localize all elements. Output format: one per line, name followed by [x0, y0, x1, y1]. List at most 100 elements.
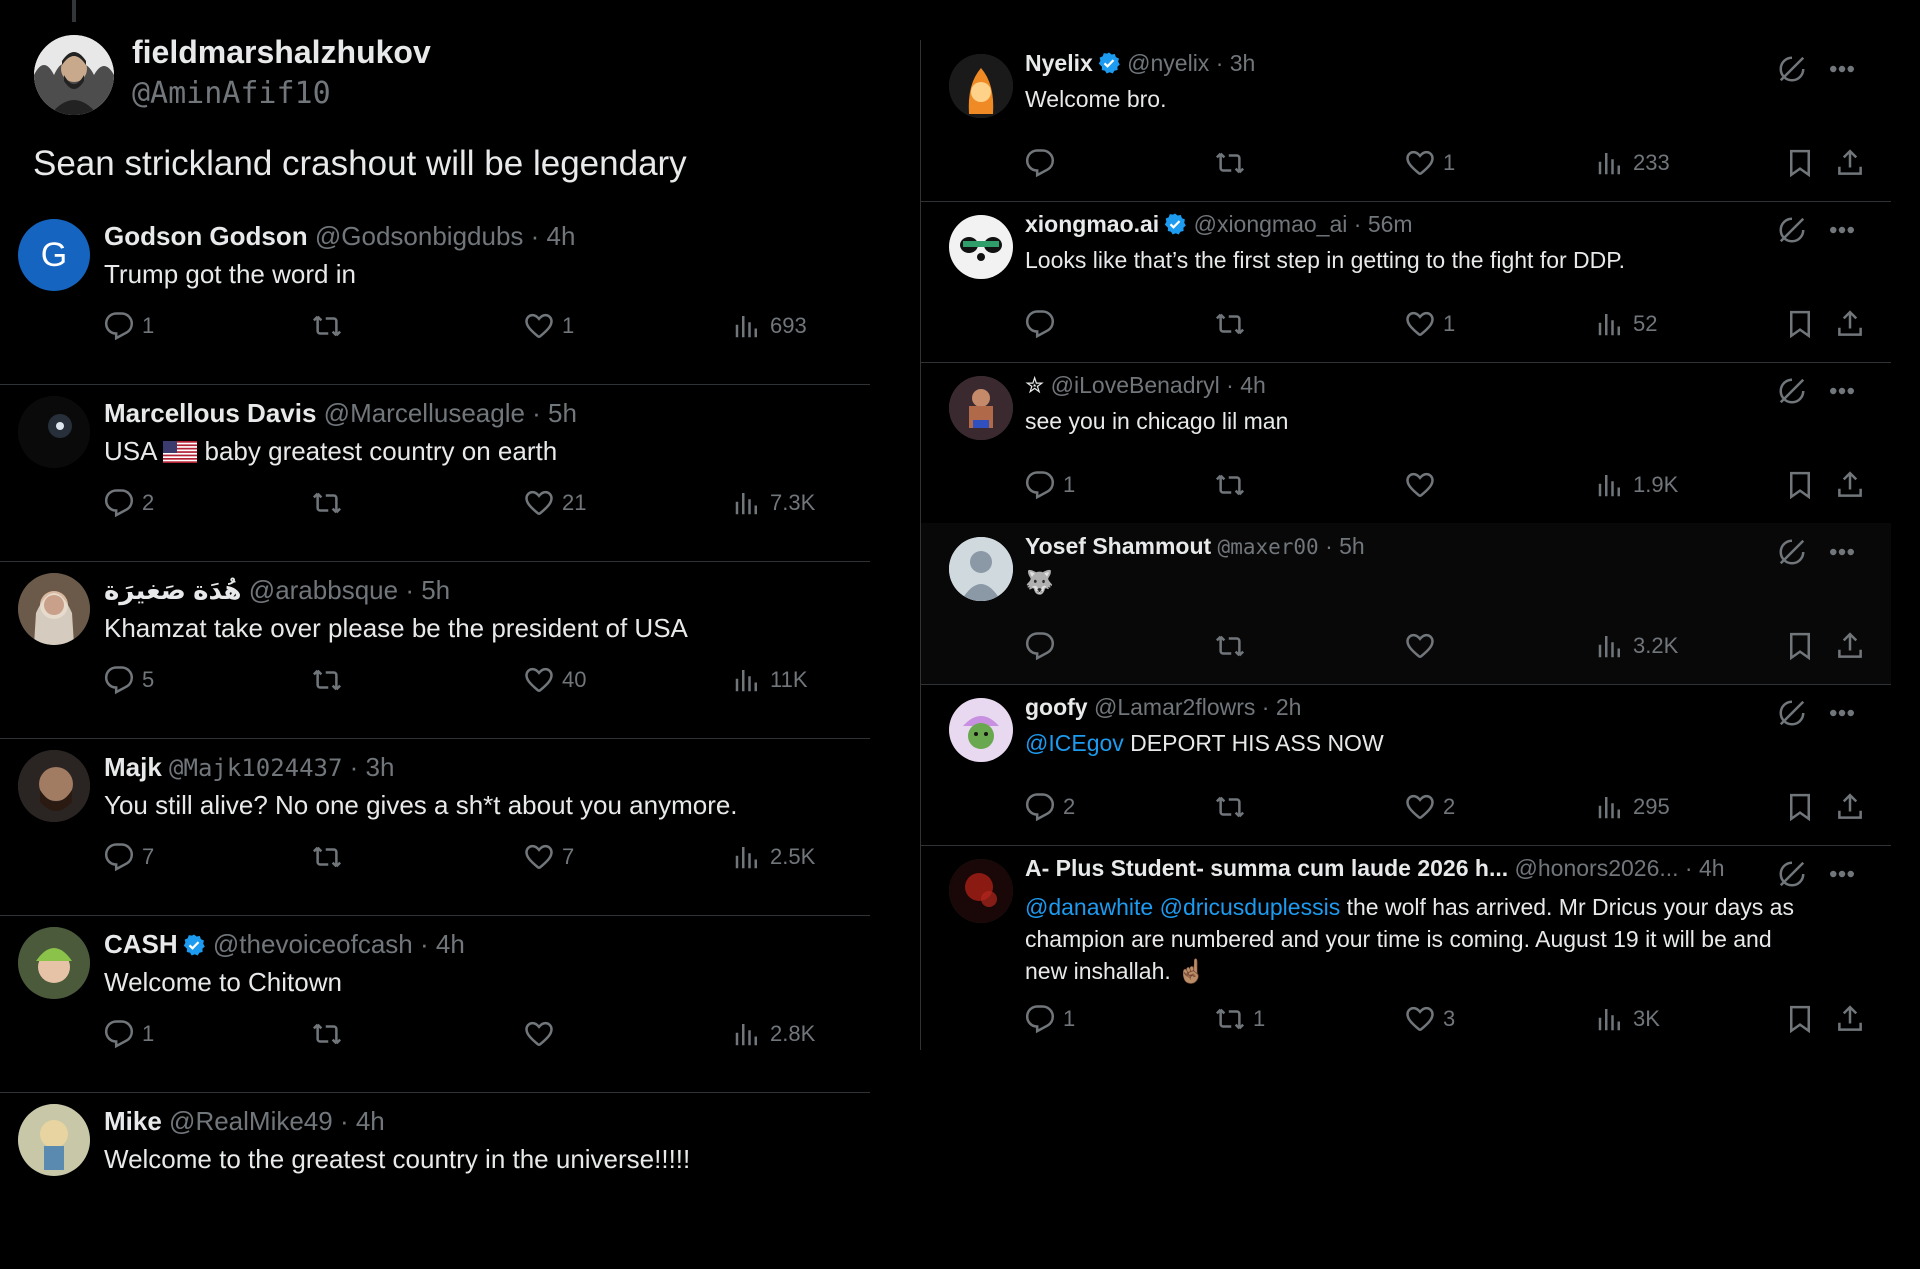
- like-button[interactable]: 1: [1405, 146, 1455, 180]
- avatar[interactable]: [949, 859, 1013, 923]
- like-button[interactable]: 1: [524, 309, 574, 343]
- display-name[interactable]: Yosef Shammout: [1025, 533, 1211, 559]
- bookmark-button[interactable]: [1785, 629, 1815, 663]
- views-button[interactable]: 11K: [732, 663, 808, 697]
- views-button[interactable]: 2.5K: [732, 840, 815, 874]
- share-button[interactable]: [1835, 790, 1865, 824]
- bookmark-button[interactable]: [1785, 790, 1815, 824]
- reply-card[interactable]: CASH @thevoiceofcash · 4h Welcome to Chi…: [0, 915, 870, 1093]
- timestamp[interactable]: · 2h: [1262, 694, 1302, 720]
- display-name[interactable]: هُدَة صَغيرَة: [104, 575, 242, 605]
- handle[interactable]: @xiongmao_ai: [1194, 211, 1348, 237]
- repost-button[interactable]: [1215, 468, 1253, 502]
- like-button[interactable]: 2: [1405, 790, 1455, 824]
- timestamp[interactable]: · 4h: [340, 1106, 385, 1136]
- handle[interactable]: @maxer00: [1218, 535, 1319, 559]
- timestamp[interactable]: · 4h: [531, 221, 576, 251]
- more-button[interactable]: [1827, 215, 1857, 245]
- share-button[interactable]: [1835, 307, 1865, 341]
- bookmark-button[interactable]: [1785, 307, 1815, 341]
- timestamp[interactable]: · 3h: [1216, 50, 1256, 76]
- reply-button[interactable]: 2: [104, 486, 154, 520]
- repost-button[interactable]: [312, 840, 350, 874]
- grok-button[interactable]: [1777, 859, 1807, 889]
- reply-button[interactable]: 1: [1025, 1002, 1075, 1036]
- repost-button[interactable]: [312, 1017, 350, 1051]
- display-name[interactable]: Marcellous Davis: [104, 398, 316, 428]
- reply-card[interactable]: Nyelix @nyelix · 3h Welcome bro. 1 233: [921, 40, 1891, 202]
- handle[interactable]: @thevoiceofcash: [213, 929, 413, 959]
- avatar[interactable]: [18, 927, 90, 999]
- reply-card[interactable]: G Godson Godson @Godsonbigdubs · 4h Trum…: [0, 207, 870, 385]
- handle[interactable]: @RealMike49: [169, 1106, 333, 1136]
- reply-button[interactable]: [1025, 629, 1063, 663]
- avatar[interactable]: [34, 35, 114, 115]
- handle[interactable]: @Godsonbigdubs: [315, 221, 524, 251]
- views-button[interactable]: 3.2K: [1595, 629, 1678, 663]
- share-button[interactable]: [1835, 629, 1865, 663]
- display-name[interactable]: Godson Godson: [104, 221, 308, 251]
- repost-button[interactable]: [312, 663, 350, 697]
- share-button[interactable]: [1835, 468, 1865, 502]
- avatar[interactable]: [18, 1104, 90, 1176]
- reply-button[interactable]: 7: [104, 840, 154, 874]
- mention-link[interactable]: @danawhite: [1025, 894, 1153, 920]
- views-button[interactable]: 3K: [1595, 1002, 1660, 1036]
- avatar[interactable]: [949, 54, 1013, 118]
- reply-card[interactable]: ✮ @iLoveBenadryl · 4h see you in chicago…: [921, 362, 1891, 524]
- display-name[interactable]: Mike: [104, 1106, 162, 1136]
- repost-button[interactable]: [1215, 790, 1253, 824]
- avatar[interactable]: [949, 215, 1013, 279]
- bookmark-button[interactable]: [1785, 468, 1815, 502]
- reply-button[interactable]: 1: [104, 309, 154, 343]
- reply-card[interactable]: Marcellous Davis @Marcelluseagle · 5h US…: [0, 384, 870, 562]
- grok-button[interactable]: [1777, 54, 1807, 84]
- repost-button[interactable]: [1215, 146, 1253, 180]
- reply-card[interactable]: Mike @RealMike49 · 4h Welcome to the gre…: [0, 1092, 870, 1269]
- views-button[interactable]: 2.8K: [732, 1017, 815, 1051]
- op-display-name[interactable]: fieldmarshalzhukov: [132, 34, 431, 71]
- grok-button[interactable]: [1777, 215, 1807, 245]
- reply-button[interactable]: 2: [1025, 790, 1075, 824]
- display-name[interactable]: xiongmao.ai: [1025, 211, 1159, 237]
- avatar[interactable]: [18, 396, 90, 468]
- views-button[interactable]: 7.3K: [732, 486, 815, 520]
- repost-button[interactable]: [1215, 307, 1253, 341]
- reply-card[interactable]: Yosef Shammout @maxer00 · 5h 🐺 3.2K: [921, 523, 1891, 685]
- avatar[interactable]: [18, 573, 90, 645]
- repost-button[interactable]: [312, 486, 350, 520]
- avatar[interactable]: G: [18, 219, 90, 291]
- more-button[interactable]: [1827, 54, 1857, 84]
- reply-card[interactable]: xiongmao.ai @xiongmao_ai · 56m Looks lik…: [921, 201, 1891, 363]
- handle[interactable]: @nyelix: [1127, 50, 1209, 76]
- reply-button[interactable]: [1025, 307, 1063, 341]
- reply-button[interactable]: 1: [1025, 468, 1075, 502]
- handle[interactable]: @Lamar2flowrs: [1094, 694, 1255, 720]
- display-name[interactable]: ✮: [1025, 372, 1044, 398]
- avatar[interactable]: [949, 698, 1013, 762]
- display-name[interactable]: A- Plus Student- summa cum laude 2026 h.…: [1025, 855, 1508, 881]
- display-name[interactable]: Majk: [104, 752, 162, 782]
- like-button[interactable]: 1: [1405, 307, 1455, 341]
- display-name[interactable]: CASH: [104, 929, 178, 959]
- op-handle[interactable]: @AminAfif10: [132, 76, 331, 111]
- handle[interactable]: @Marcelluseagle: [324, 398, 525, 428]
- repost-button[interactable]: [312, 309, 350, 343]
- share-button[interactable]: [1835, 146, 1865, 180]
- more-button[interactable]: [1827, 376, 1857, 406]
- more-button[interactable]: [1827, 698, 1857, 728]
- grok-button[interactable]: [1777, 376, 1807, 406]
- more-button[interactable]: [1827, 537, 1857, 567]
- display-name[interactable]: goofy: [1025, 694, 1088, 720]
- timestamp[interactable]: · 4h: [1226, 372, 1266, 398]
- reply-card[interactable]: goofy @Lamar2flowrs · 2h @ICEgov DEPORT …: [921, 684, 1891, 846]
- timestamp[interactable]: · 5h: [405, 575, 450, 605]
- avatar[interactable]: [949, 376, 1013, 440]
- avatar[interactable]: [18, 750, 90, 822]
- reply-button[interactable]: 5: [104, 663, 154, 697]
- display-name[interactable]: Nyelix: [1025, 50, 1093, 76]
- like-button[interactable]: [1405, 468, 1443, 502]
- like-button[interactable]: 3: [1405, 1002, 1455, 1036]
- repost-button[interactable]: 1: [1215, 1002, 1265, 1036]
- reply-card[interactable]: Majk @Majk1024437 · 3h You still alive? …: [0, 738, 870, 916]
